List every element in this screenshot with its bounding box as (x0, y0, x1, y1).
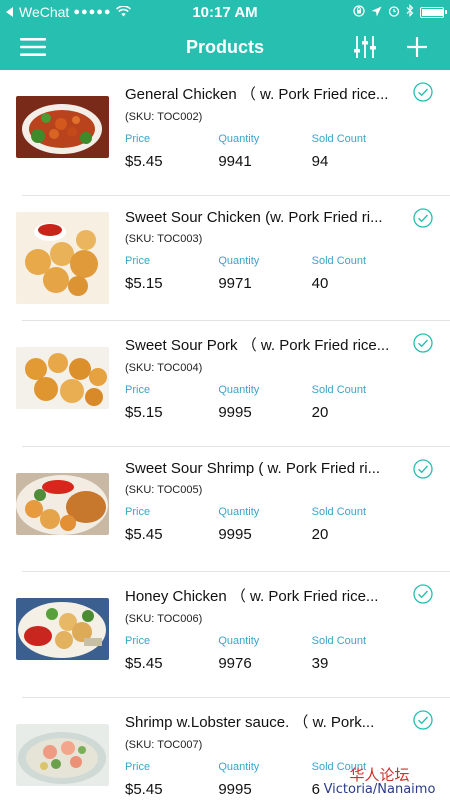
quantity-label: Quantity (218, 505, 260, 518)
product-stats: Price $5.45 Quantity 9976 Sold Count 39 (125, 635, 405, 672)
watermark-chinese-text: 华人论坛 (349, 766, 410, 784)
watermark-location-text: Victoria/Nanaimo (323, 782, 436, 797)
signal-strength-icon: ●●●●● (73, 6, 112, 18)
product-row[interactable]: Honey Chicken （ w. Pork Fried rice... (S… (0, 572, 450, 698)
sold-count-value: 40 (311, 274, 329, 292)
product-row[interactable]: Sweet Sour Pork （ w. Pork Fried rice... … (0, 321, 450, 447)
add-product-button[interactable] (394, 24, 440, 70)
quantity-value: 9976 (218, 655, 252, 672)
check-circle-icon[interactable] (413, 333, 433, 353)
product-name: Shrimp w.Lobster sauce. （ w. Pork... (125, 713, 375, 731)
status-time: 10:17 AM (192, 3, 258, 21)
hamburger-menu-icon (20, 38, 46, 56)
sold-count-label: Sold Count (311, 505, 367, 518)
price-label: Price (125, 254, 151, 267)
status-left: WeChat ●●●●● (6, 4, 176, 20)
menu-button[interactable] (10, 24, 56, 70)
status-right (274, 4, 447, 20)
price-value: $5.15 (125, 274, 163, 292)
product-name: General Chicken （ w. Pork Fried rice... (125, 86, 389, 103)
product-row[interactable]: Sweet Sour Shrimp ( w. Pork Fried ri... … (0, 447, 450, 572)
product-row[interactable]: Sweet Sour Chicken (w. Pork Fried ri... … (0, 196, 450, 321)
check-circle-icon[interactable] (413, 584, 433, 604)
filter-button[interactable] (342, 24, 388, 70)
product-stats: Price $5.45 Quantity 9995 Sold Count 20 (125, 506, 405, 543)
quantity-label: Quantity (218, 635, 260, 647)
quantity-label: Quantity (218, 384, 260, 396)
plus-icon (407, 37, 427, 57)
price-value: $5.45 (125, 655, 163, 672)
quantity-value: 9971 (218, 274, 252, 292)
sold-count-label: Sold Count (311, 384, 367, 396)
quantity-label: Quantity (218, 760, 260, 773)
check-circle-icon[interactable] (413, 207, 433, 228)
quantity-value: 9941 (218, 153, 252, 170)
product-image-general-chicken (16, 96, 109, 158)
bluetooth-icon (406, 4, 414, 20)
sold-count-value: 39 (311, 655, 329, 672)
product-sku: (SKU: TOC006) (125, 613, 203, 625)
product-name: Honey Chicken （ w. Pork Fried rice... (125, 588, 379, 605)
product-info: Honey Chicken （ w. Pork Fried rice... (S… (125, 585, 405, 672)
sliders-filter-icon (354, 36, 376, 58)
product-list[interactable]: General Chicken （ w. Pork Fried rice... … (0, 70, 450, 800)
product-image-sweet-sour-pork (16, 347, 109, 409)
sold-count-value: 94 (311, 153, 329, 170)
wifi-icon (115, 4, 131, 20)
navigation-bar: Products (0, 24, 450, 70)
quantity-value: 9995 (218, 404, 252, 421)
quantity-label: Quantity (218, 254, 260, 267)
check-circle-icon[interactable] (413, 709, 433, 730)
product-image-honey-chicken (16, 598, 109, 660)
product-image-shrimp-lobster-sauce (16, 723, 109, 786)
forum-watermark: 华人论坛 Victoria/Nanaimo (317, 766, 442, 797)
sold-count-label: Sold Count (311, 635, 367, 647)
sold-count-value: 20 (311, 404, 329, 421)
product-stats: Price $5.45 Quantity 9941 Sold Count 94 (125, 133, 405, 170)
quantity-value: 9995 (218, 525, 252, 543)
check-circle-icon[interactable] (413, 82, 433, 102)
quantity-value: 9995 (218, 780, 252, 798)
price-value: $5.45 (125, 153, 163, 170)
product-info: General Chicken （ w. Pork Fried rice... … (125, 83, 405, 170)
price-label: Price (125, 635, 151, 647)
price-value: $5.45 (125, 780, 163, 798)
product-sku: (SKU: TOC003) (125, 232, 203, 245)
product-image-sweet-sour-chicken (16, 211, 109, 304)
orientation-lock-icon (353, 4, 365, 20)
product-name: Sweet Sour Shrimp ( w. Pork Fried ri... (125, 459, 381, 477)
back-to-app-icon[interactable] (6, 7, 13, 17)
check-circle-icon[interactable] (413, 458, 433, 479)
quantity-label: Quantity (218, 133, 260, 145)
page-title: Products (185, 36, 264, 57)
product-name: Sweet Sour Chicken (w. Pork Fried ri... (125, 208, 383, 226)
product-sku: (SKU: TOC002) (125, 111, 203, 123)
sold-count-label: Sold Count (311, 254, 367, 267)
status-bar: WeChat ●●●●● 10:17 AM (0, 0, 450, 24)
product-info: Sweet Sour Pork （ w. Pork Fried rice... … (125, 334, 405, 421)
price-label: Price (125, 384, 151, 396)
carrier-label: WeChat (19, 4, 70, 20)
sold-count-value: 20 (311, 525, 329, 543)
product-info: Sweet Sour Shrimp ( w. Pork Fried ri... … (125, 460, 405, 543)
price-label: Price (125, 133, 151, 145)
battery-icon (420, 6, 447, 18)
product-stats: Price $5.15 Quantity 9995 Sold Count 20 (125, 384, 405, 421)
price-label: Price (125, 760, 151, 773)
product-row[interactable]: General Chicken （ w. Pork Fried rice... … (0, 70, 450, 196)
product-name: Sweet Sour Pork （ w. Pork Fried rice... (125, 337, 390, 354)
alarm-clock-icon (388, 4, 400, 20)
price-value: $5.45 (125, 525, 163, 543)
product-stats: Price $5.15 Quantity 9971 Sold Count 40 (125, 255, 405, 292)
sold-count-label: Sold Count (311, 133, 367, 145)
location-arrow-icon (371, 4, 382, 20)
price-value: $5.15 (125, 404, 163, 421)
product-sku: (SKU: TOC004) (125, 362, 203, 374)
product-sku: (SKU: TOC007) (125, 738, 203, 751)
product-image-sweet-sour-shrimp (16, 472, 109, 535)
product-info: Sweet Sour Chicken (w. Pork Fried ri... … (125, 209, 405, 292)
product-sku: (SKU: TOC005) (125, 483, 203, 496)
price-label: Price (125, 505, 151, 518)
